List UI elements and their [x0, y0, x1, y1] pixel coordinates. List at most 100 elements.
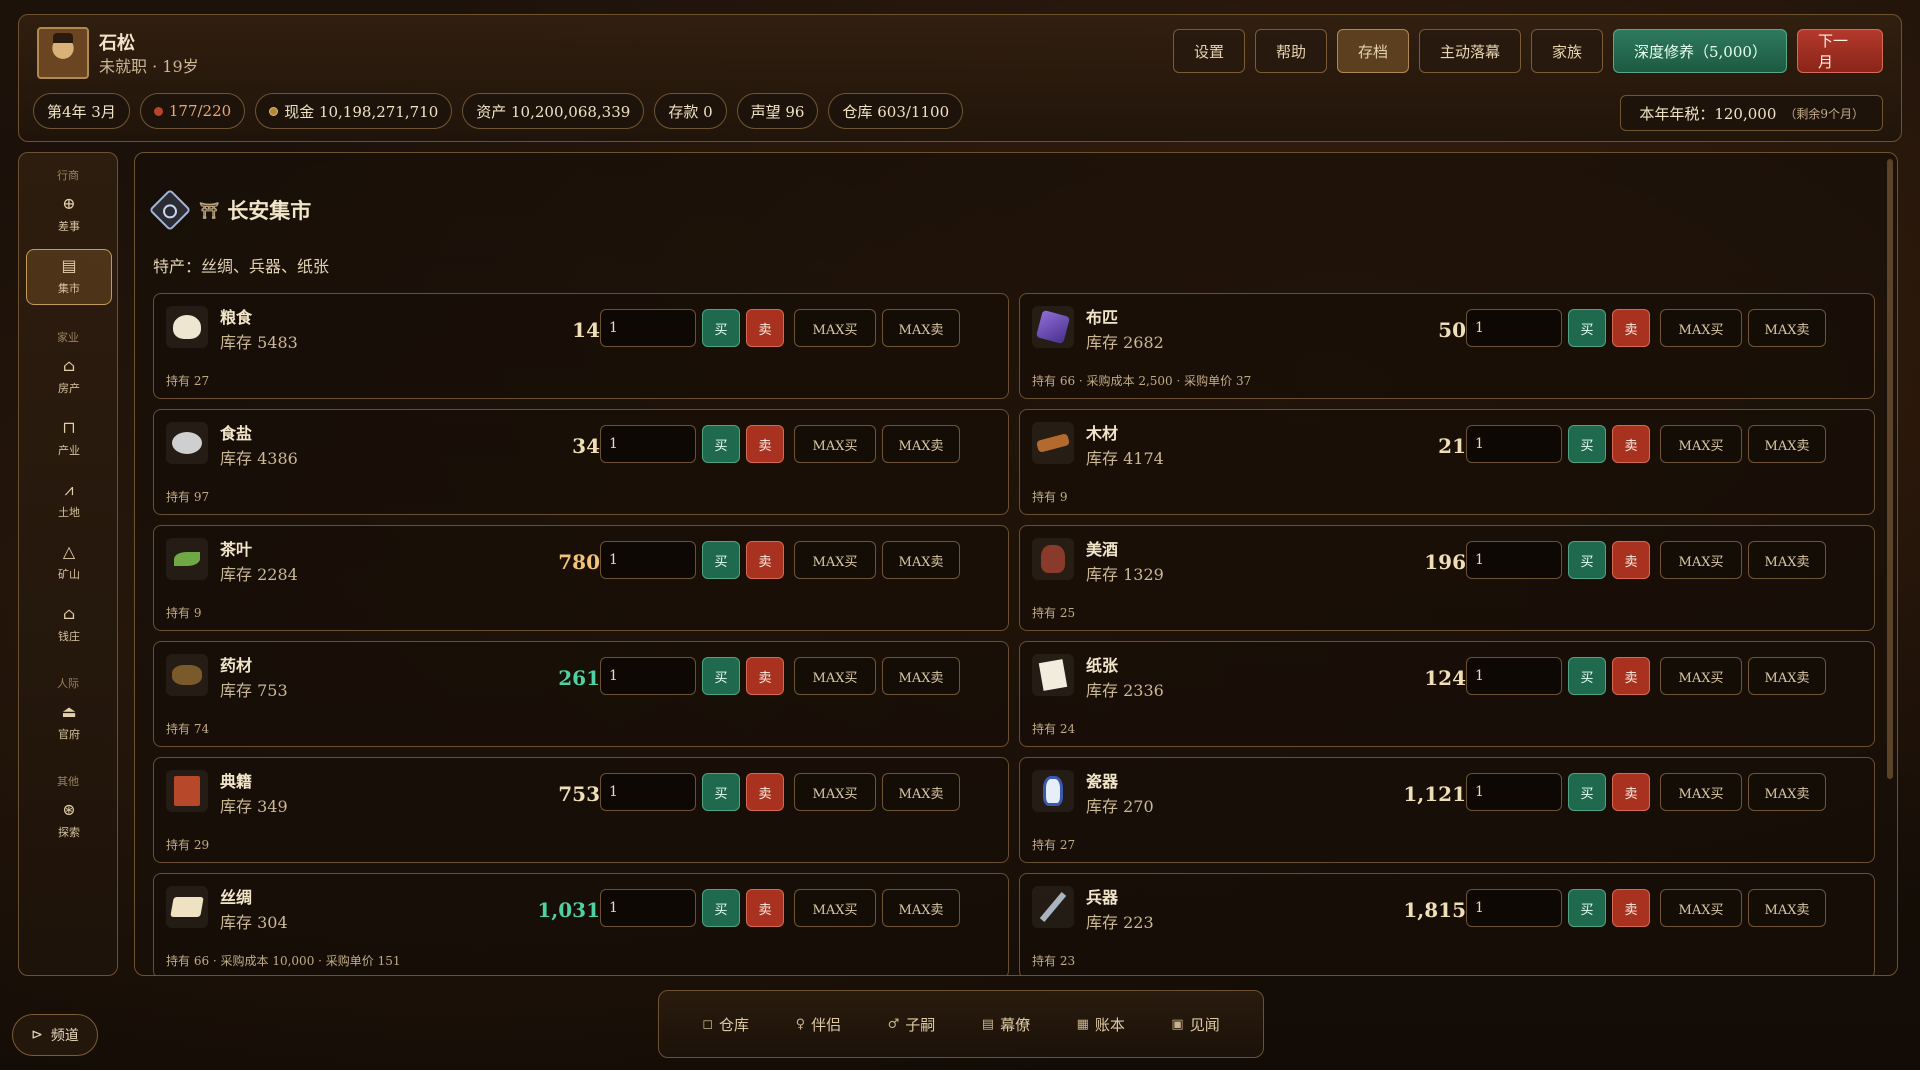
- date-pill: 第4年 3月: [33, 93, 130, 129]
- max-buy-button[interactable]: MAX买: [1660, 425, 1742, 463]
- quantity-input[interactable]: [1466, 425, 1562, 463]
- max-sell-button[interactable]: MAX卖: [882, 657, 960, 695]
- max-sell-button[interactable]: MAX卖: [882, 889, 960, 927]
- quantity-input[interactable]: [1466, 773, 1562, 811]
- buy-button[interactable]: 买: [1568, 541, 1606, 579]
- sell-button[interactable]: 卖: [746, 309, 784, 347]
- max-sell-button[interactable]: MAX卖: [882, 541, 960, 579]
- buy-button[interactable]: 买: [1568, 425, 1606, 463]
- max-buy-button[interactable]: MAX买: [1660, 657, 1742, 695]
- max-sell-button[interactable]: MAX卖: [1748, 773, 1826, 811]
- mountain-icon: △: [62, 542, 76, 561]
- sell-button[interactable]: 卖: [746, 425, 784, 463]
- quantity-input[interactable]: [1466, 889, 1562, 927]
- max-buy-button[interactable]: MAX买: [1660, 541, 1742, 579]
- quantity-input[interactable]: [1466, 309, 1562, 347]
- quantity-input[interactable]: [1466, 657, 1562, 695]
- buy-button[interactable]: 买: [702, 309, 740, 347]
- nav-advisors[interactable]: ▤ 幕僚: [982, 1014, 1030, 1035]
- deep-rest-button[interactable]: 深度修养（5,000）: [1613, 29, 1787, 73]
- sidebar-item-bank[interactable]: ⌂ 钱庄: [26, 597, 112, 653]
- max-buy-button[interactable]: MAX买: [1660, 889, 1742, 927]
- sidebar-item-errands[interactable]: ⊕ 差事: [26, 187, 112, 243]
- buy-button[interactable]: 买: [1568, 309, 1606, 347]
- next-month-button[interactable]: 下一月: [1797, 29, 1883, 73]
- max-buy-button[interactable]: MAX买: [794, 889, 876, 927]
- family-button[interactable]: 家族: [1531, 29, 1603, 73]
- max-buy-button[interactable]: MAX买: [794, 425, 876, 463]
- max-sell-button[interactable]: MAX卖: [1748, 309, 1826, 347]
- buy-button[interactable]: 买: [702, 541, 740, 579]
- help-button[interactable]: 帮助: [1255, 29, 1327, 73]
- goods-name: 纸张: [1086, 656, 1119, 675]
- quantity-input[interactable]: [600, 773, 696, 811]
- sell-button[interactable]: 卖: [1612, 889, 1650, 927]
- nav-warehouse[interactable]: ◻ 仓库: [702, 1014, 749, 1035]
- player-subtitle: 未就职 · 19岁: [99, 57, 199, 76]
- sidebar-item-property[interactable]: ⌂ 房产: [26, 349, 112, 405]
- nav-ledger[interactable]: ▦ 账本: [1077, 1014, 1125, 1035]
- scrollbar[interactable]: [1887, 159, 1893, 779]
- max-buy-button[interactable]: MAX买: [794, 657, 876, 695]
- goods-icon-frame: [166, 886, 208, 928]
- max-buy-button[interactable]: MAX买: [794, 773, 876, 811]
- sidebar-item-land[interactable]: ⩘ 土地: [26, 473, 112, 529]
- nav-news[interactable]: ▣ 见闻: [1171, 1014, 1219, 1035]
- max-sell-button[interactable]: MAX卖: [882, 773, 960, 811]
- max-sell-button[interactable]: MAX卖: [1748, 889, 1826, 927]
- quantity-input[interactable]: [600, 425, 696, 463]
- max-sell-button[interactable]: MAX卖: [1748, 657, 1826, 695]
- goods-price: 14: [572, 318, 600, 342]
- sell-button[interactable]: 卖: [746, 889, 784, 927]
- quantity-input[interactable]: [600, 657, 696, 695]
- sidebar-item-market[interactable]: ▤ 集市: [26, 249, 112, 305]
- save-button[interactable]: 存档: [1337, 29, 1409, 73]
- avatar[interactable]: [37, 27, 89, 79]
- sidebar-item-industry[interactable]: ⊓ 产业: [26, 411, 112, 467]
- goods-name: 茶叶: [220, 540, 253, 559]
- sell-button[interactable]: 卖: [1612, 541, 1650, 579]
- buy-button[interactable]: 买: [1568, 773, 1606, 811]
- max-sell-button[interactable]: MAX卖: [882, 425, 960, 463]
- assets-pill: 资产 10,200,068,339: [462, 93, 645, 129]
- sell-button[interactable]: 卖: [746, 541, 784, 579]
- sidebar-item-explore[interactable]: ⊛ 探索: [26, 793, 112, 849]
- max-sell-button[interactable]: MAX卖: [1748, 541, 1826, 579]
- sell-button[interactable]: 卖: [1612, 309, 1650, 347]
- quantity-input[interactable]: [1466, 541, 1562, 579]
- settings-button[interactable]: 设置: [1173, 29, 1245, 73]
- sell-button[interactable]: 卖: [1612, 425, 1650, 463]
- buy-button[interactable]: 买: [702, 773, 740, 811]
- sell-button[interactable]: 卖: [746, 773, 784, 811]
- max-buy-button[interactable]: MAX买: [794, 309, 876, 347]
- goods-icon-frame: [1032, 538, 1074, 580]
- book-icon: [174, 776, 200, 806]
- nav-partner[interactable]: ♀ 伴侣: [796, 1014, 842, 1035]
- nav-children[interactable]: ♂ 子嗣: [888, 1014, 936, 1035]
- quantity-input[interactable]: [600, 309, 696, 347]
- buy-button[interactable]: 买: [702, 425, 740, 463]
- quantity-input[interactable]: [600, 889, 696, 927]
- buy-button[interactable]: 买: [702, 889, 740, 927]
- max-sell-button[interactable]: MAX卖: [1748, 425, 1826, 463]
- sidebar-item-mine[interactable]: △ 矿山: [26, 535, 112, 591]
- retire-button[interactable]: 主动落幕: [1419, 29, 1521, 73]
- sidebar-item-government[interactable]: ⏏ 官府: [26, 695, 112, 751]
- goods-name: 典籍: [220, 772, 253, 791]
- max-buy-button[interactable]: MAX买: [1660, 309, 1742, 347]
- goods-holding: 持有 66 · 采购成本 10,000 · 采购单价 151: [166, 954, 401, 968]
- quantity-input[interactable]: [600, 541, 696, 579]
- buy-button[interactable]: 买: [1568, 889, 1606, 927]
- wood-icon: [1035, 433, 1071, 453]
- sell-button[interactable]: 卖: [746, 657, 784, 695]
- channel-button[interactable]: ⊳ 频道: [12, 1014, 98, 1056]
- sell-button[interactable]: 卖: [1612, 773, 1650, 811]
- max-sell-button[interactable]: MAX卖: [882, 309, 960, 347]
- buy-button[interactable]: 买: [1568, 657, 1606, 695]
- goods-icon-frame: [1032, 770, 1074, 812]
- health-pill: 177/220: [139, 93, 246, 129]
- buy-button[interactable]: 买: [702, 657, 740, 695]
- max-buy-button[interactable]: MAX买: [1660, 773, 1742, 811]
- max-buy-button[interactable]: MAX买: [794, 541, 876, 579]
- sell-button[interactable]: 卖: [1612, 657, 1650, 695]
